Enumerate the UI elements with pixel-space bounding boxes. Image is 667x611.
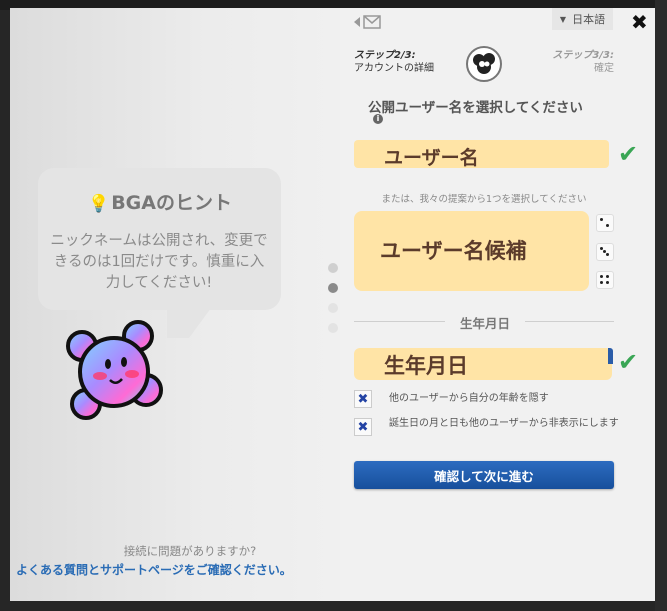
current-step-label: ステップ2/3: bbox=[354, 50, 416, 61]
chevron-down-icon: ▼ bbox=[559, 14, 567, 24]
hint-panel: 💡 BGAのヒント ニックネームは公開され、変更できるのは1回だけです。慎重に入力… bbox=[10, 8, 340, 601]
form-panel: ▼ 日本語 ✖ ステップ2/3: アカウントの詳細 ステップ3/3: 確定 公開… bbox=[340, 8, 655, 601]
next-step-label: ステップ3/3: bbox=[552, 50, 614, 61]
back-button[interactable] bbox=[352, 12, 386, 32]
back-arrow-envelope-icon bbox=[354, 15, 381, 29]
username-valid-check-icon: ✔ bbox=[618, 140, 639, 168]
username-suggestion-text: ユーザー名候補 bbox=[380, 239, 527, 263]
dob-section-label: 生年月日 bbox=[445, 313, 525, 332]
language-label: 日本語 bbox=[572, 13, 606, 26]
dob-input[interactable]: 生年月日 bbox=[354, 348, 612, 380]
hide-age-checkbox[interactable]: ✖ bbox=[354, 390, 372, 408]
hint-title-text: BGAのヒント bbox=[111, 192, 232, 214]
pagination-dots bbox=[328, 263, 340, 343]
dice-icon[interactable] bbox=[596, 271, 614, 289]
hide-birthday-label: 誕生日の月と日も他のユーザーから非表示にします bbox=[389, 418, 619, 429]
next-step-name: 確定 bbox=[594, 63, 614, 74]
mascot-illustration bbox=[66, 320, 163, 420]
dice-icon[interactable] bbox=[596, 214, 614, 232]
pagination-dot[interactable] bbox=[328, 303, 338, 313]
username-value: ユーザー名 bbox=[384, 147, 479, 169]
signup-modal: 💡 BGAのヒント ニックネームは公開され、変更できるのは1回だけです。慎重に入力… bbox=[10, 8, 655, 601]
avatar-icon bbox=[473, 53, 495, 74]
current-step: ステップ2/3: アカウントの詳細 bbox=[354, 49, 434, 75]
hint-bubble-tail bbox=[167, 308, 211, 338]
current-step-name: アカウントの詳細 bbox=[354, 63, 434, 74]
hide-age-option: ✖ 他のユーザーから自分の年齢を隠す bbox=[354, 390, 619, 408]
username-section-label: 公開ユーザー名を選択してください bbox=[368, 100, 583, 116]
avatar bbox=[466, 46, 502, 82]
username-input[interactable]: ユーザー名 bbox=[354, 140, 609, 169]
username-suggestion[interactable]: ユーザー名候補 bbox=[354, 211, 589, 291]
pagination-dot-active[interactable] bbox=[328, 283, 338, 293]
next-step: ステップ3/3: 確定 bbox=[526, 49, 614, 75]
language-select[interactable]: ▼ 日本語 bbox=[552, 8, 613, 30]
lightbulb-icon: 💡 bbox=[88, 194, 110, 214]
dob-value: 生年月日 bbox=[384, 354, 468, 378]
faq-support-link[interactable]: よくある質問とサポートページをご確認ください。 bbox=[16, 561, 316, 578]
close-button[interactable]: ✖ bbox=[631, 10, 648, 34]
backdrop-right bbox=[655, 0, 667, 611]
pagination-dot[interactable] bbox=[328, 263, 338, 273]
hint-text: ニックネームは公開され、変更できるのは1回だけです。慎重に入力してください! bbox=[50, 233, 268, 291]
dob-input-edge bbox=[608, 348, 613, 364]
hint-title: 💡 BGAのヒント bbox=[10, 188, 310, 215]
dice-icon[interactable] bbox=[596, 243, 614, 261]
confirm-continue-button[interactable]: 確認して次に進む bbox=[354, 461, 614, 489]
pagination-dot[interactable] bbox=[328, 323, 338, 333]
hide-birthday-checkbox[interactable]: ✖ bbox=[354, 418, 372, 436]
dob-valid-check-icon: ✔ bbox=[618, 348, 639, 376]
hide-birthday-option: ✖ 誕生日の月と日も他のユーザーから非表示にします bbox=[354, 418, 619, 436]
hide-age-label: 他のユーザーから自分の年齢を隠す bbox=[389, 393, 549, 404]
connection-question: 接続に問題がありますか? bbox=[123, 544, 257, 558]
info-icon[interactable]: i bbox=[373, 114, 383, 124]
suggestion-caption: または、我々の提案から1つを選択してください bbox=[381, 194, 587, 205]
